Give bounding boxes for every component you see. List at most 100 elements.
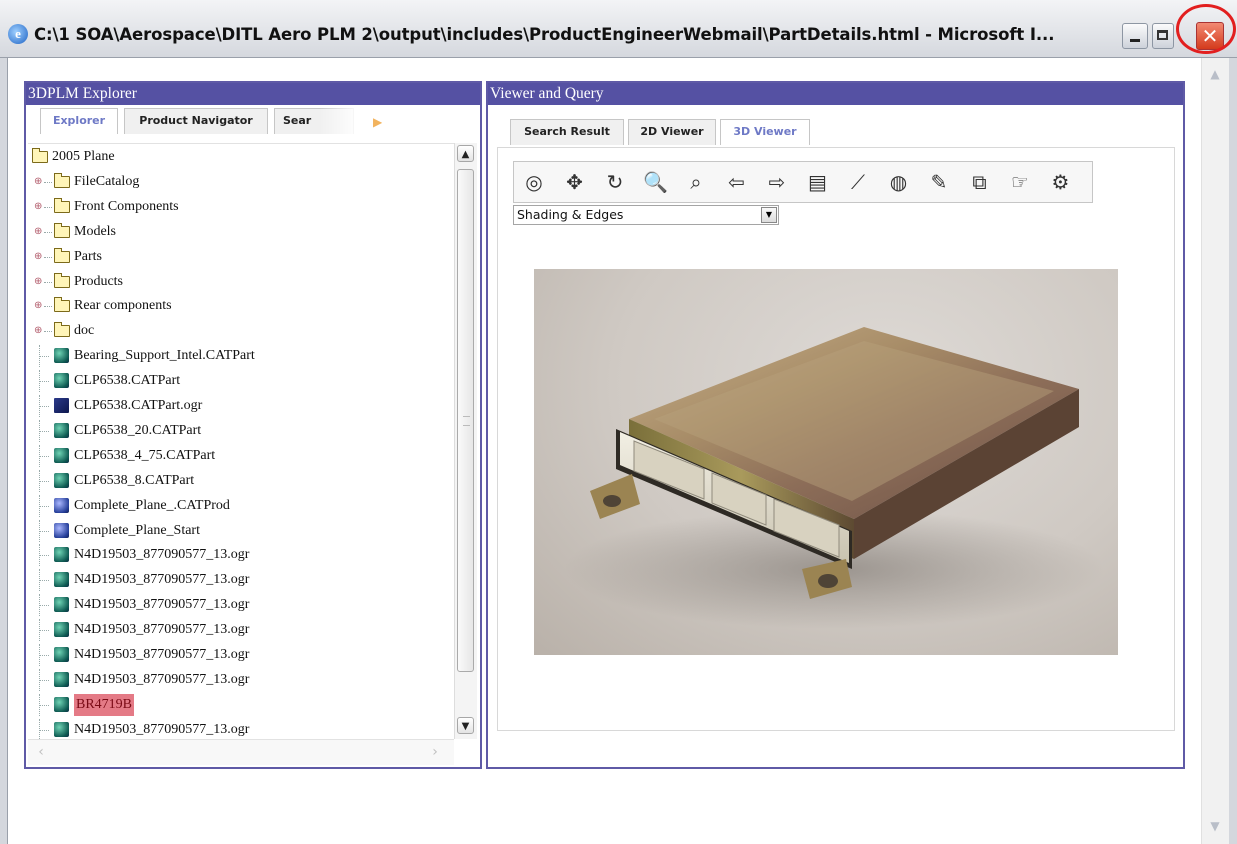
render-mode-value: Shading & Edges	[517, 207, 624, 222]
tree-item[interactable]: 2005 Plane	[28, 146, 454, 168]
tab-3d-viewer[interactable]: 3D Viewer	[720, 119, 810, 145]
tree-item-label: Bearing_Support_Intel.CATPart	[74, 348, 255, 364]
print-icon[interactable]: ▤	[804, 168, 832, 196]
render-mode-select[interactable]: Shading & Edges ▼	[513, 205, 779, 225]
tree-item-label: N4D19503_877090577_13.ogr	[74, 572, 250, 588]
settings-icon[interactable]: ⚙	[1047, 168, 1075, 196]
viewer-toolbar: ◎ ✥ ↻ 🔍 ⌕ ⇦ ⇨ ▤ ⟋ ◍ ✎ ⧉ ☞ ⚙	[513, 161, 1093, 203]
tree-item[interactable]: N4D19503_877090577_13.ogr	[28, 668, 454, 691]
chevron-down-icon[interactable]: ▼	[761, 207, 777, 223]
part-icon	[54, 447, 69, 463]
copy-icon[interactable]: ⧉	[966, 168, 994, 196]
tree-item[interactable]: ⊕ Products	[28, 271, 454, 293]
expand-icon[interactable]: ⊕	[34, 276, 42, 287]
folder-icon	[32, 148, 48, 163]
tree-item[interactable]: ⊕ Parts	[28, 246, 454, 268]
folder-icon	[54, 297, 70, 313]
tree-item-label: N4D19503_877090577_13.ogr	[74, 721, 250, 737]
tree-item[interactable]: ⊕ doc	[28, 320, 454, 342]
window-frame-right	[1229, 58, 1237, 844]
viewer-header: Viewer and Query	[488, 83, 1183, 105]
tree-item[interactable]: Bearing_Support_Intel.CATPart	[28, 345, 454, 368]
tree-item[interactable]: ⊕ Front Components	[28, 196, 454, 218]
part-icon	[54, 348, 69, 364]
arrow-left-icon[interactable]: ⇦	[723, 168, 751, 196]
ecu-module-illustration	[564, 327, 1104, 629]
ie-icon: e	[8, 24, 28, 44]
tree-item[interactable]: N4D19503_877090577_13.ogr	[28, 544, 454, 567]
fit-all-icon[interactable]: ◎	[520, 168, 548, 196]
close-button[interactable]: ✕	[1196, 22, 1224, 50]
page-scroll-up-icon[interactable]: ▲	[1206, 66, 1224, 82]
tree-vertical-scrollbar[interactable]: ▲ ▼	[454, 143, 477, 739]
expand-icon[interactable]: ⊕	[34, 226, 42, 237]
product-icon	[54, 522, 69, 538]
measure-icon[interactable]: ⟋	[844, 168, 872, 196]
window-frame-left	[0, 58, 8, 844]
zoom-icon[interactable]: 🔍	[642, 168, 670, 196]
tree-item-label: Rear components	[74, 298, 172, 314]
tree-item-label: N4D19503_877090577_13.ogr	[74, 671, 250, 687]
scroll-down-button[interactable]: ▼	[457, 717, 474, 734]
expand-icon[interactable]: ⊕	[34, 301, 42, 311]
tree-item[interactable]: CLP6538.CATPart	[28, 370, 454, 393]
tab-scroll-right-icon[interactable]: ▶	[373, 110, 382, 134]
tree-item[interactable]: ⊕ Rear components	[28, 295, 454, 317]
ecu-module-photo	[534, 269, 1118, 655]
arrow-right-icon[interactable]: ⇨	[763, 168, 791, 196]
explorer-header: 3DPLM Explorer	[26, 83, 480, 105]
tree-item-label: Front Components	[74, 198, 179, 214]
page-scroll-down-icon[interactable]: ▼	[1206, 818, 1224, 834]
expand-icon[interactable]: ⊕	[34, 176, 42, 187]
tree-item[interactable]: CLP6538_4_75.CATPart	[28, 444, 454, 467]
expand-icon[interactable]: ⊕	[34, 251, 42, 262]
tree-item[interactable]: N4D19503_877090577_13.ogr	[28, 718, 454, 739]
annotate-icon[interactable]: ✎	[925, 168, 953, 196]
tab-2d-viewer[interactable]: 2D Viewer	[628, 119, 716, 145]
tree-item[interactable]: N4D19503_877090577_13.ogr	[28, 594, 454, 617]
scroll-right-icon[interactable]: ›	[426, 744, 444, 760]
expand-icon[interactable]: ⊕	[34, 201, 42, 212]
minimize-button[interactable]	[1122, 23, 1148, 49]
tree-item-label: CLP6538_20.CATPart	[74, 422, 202, 438]
maximize-button[interactable]	[1152, 23, 1174, 49]
tree-item-label: FileCatalog	[74, 173, 140, 189]
folder-icon	[54, 247, 70, 263]
tree-item-label: N4D19503_877090577_13.ogr	[74, 547, 250, 563]
tree-item[interactable]: CLP6538_20.CATPart	[28, 419, 454, 442]
tree-item[interactable]: ⊕ FileCatalog	[28, 171, 454, 193]
tree-item-label: CLP6538_8.CATPart	[74, 472, 195, 488]
part-icon	[54, 472, 69, 488]
section-icon[interactable]: ◍	[885, 168, 913, 196]
hand-icon[interactable]: ☞	[1006, 168, 1034, 196]
tree-item[interactable]: N4D19503_877090577_13.ogr	[28, 569, 454, 592]
tree-item-label: N4D19503_877090577_13.ogr	[74, 647, 250, 662]
tree-item[interactable]: BR4719B	[28, 693, 454, 716]
zoom-area-icon[interactable]: ⌕	[682, 168, 710, 196]
part-icon	[54, 647, 69, 662]
tree-item-label: doc	[74, 323, 95, 339]
scroll-thumb[interactable]	[457, 169, 474, 672]
tree-item[interactable]: ⊕ Models	[28, 221, 454, 243]
tree-item[interactable]: Complete_Plane_Start	[28, 519, 454, 542]
tree-item[interactable]: N4D19503_877090577_13.ogr	[28, 644, 454, 666]
scroll-up-button[interactable]: ▲	[457, 145, 474, 162]
tree-item[interactable]: CLP6538.CATPart.ogr	[28, 395, 454, 417]
rotate-icon[interactable]: ↻	[601, 168, 629, 196]
tab-search-result[interactable]: Search Result	[510, 119, 624, 145]
window-titlebar: e C:\1 SOA\Aerospace\DITL Aero PLM 2\out…	[0, 0, 1237, 58]
expand-icon[interactable]: ⊕	[34, 326, 42, 336]
tree-item[interactable]: CLP6538_8.CATPart	[28, 469, 454, 492]
tab-product-navigator[interactable]: Product Navigator	[124, 108, 268, 134]
part-icon	[54, 572, 69, 588]
tree-horizontal-scrollbar[interactable]: ‹ ›	[28, 739, 454, 765]
page-scrollbar[interactable]: ▲ ▼	[1201, 58, 1230, 844]
scroll-left-icon[interactable]: ‹	[32, 744, 50, 760]
tab-explorer[interactable]: Explorer	[40, 108, 118, 134]
part-icon	[54, 721, 69, 737]
folder-icon	[54, 222, 70, 238]
explorer-tree: 2005 Plane ⊕ FileCatalog ⊕ Front Components ⊕…	[28, 143, 454, 739]
tree-item[interactable]: Complete_Plane_.CATProd	[28, 494, 454, 517]
pan-icon[interactable]: ✥	[561, 168, 589, 196]
tree-item[interactable]: N4D19503_877090577_13.ogr	[28, 619, 454, 642]
